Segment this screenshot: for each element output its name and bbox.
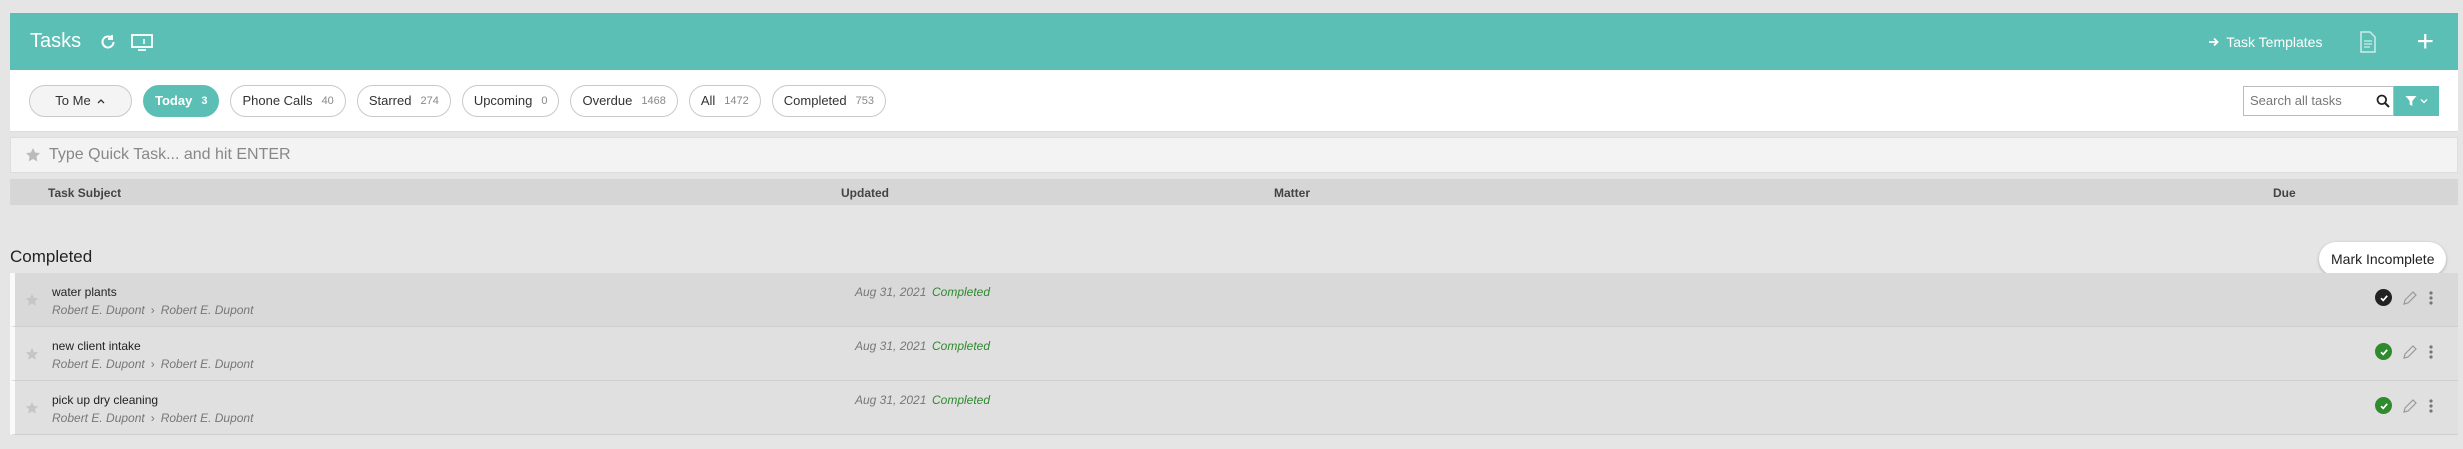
search-group: Search all tasks [2243, 85, 2439, 116]
pill-label: Phone Calls [242, 93, 313, 108]
filter-pill-overdue[interactable]: Overdue 1468 [570, 84, 678, 117]
column-header-updated[interactable]: Updated [841, 186, 889, 200]
chevron-down-icon [2420, 98, 2428, 103]
page-title: Tasks [30, 30, 82, 52]
task-row[interactable]: new client intake Robert E. Dupont › Rober… [10, 327, 2458, 381]
filter-pill-starred[interactable]: Starred 274 [356, 84, 451, 117]
completed-task-list: water plants Robert E. Dupont › Robert E. … [10, 273, 2458, 435]
pill-label: Today [155, 93, 193, 108]
star-icon[interactable] [25, 147, 41, 163]
plus-icon[interactable]: + [2416, 26, 2434, 57]
task-assignment: Robert E. Dupont › Robert E. Dupont [52, 303, 253, 317]
pill-count: 274 [420, 94, 439, 107]
task-updated-date: Aug 31, 2021 [855, 393, 927, 407]
pill-label: Upcoming [473, 93, 533, 108]
search-placeholder: Search all tasks [2250, 93, 2342, 108]
quick-task-input[interactable]: Type Quick Task... and hit ENTER [10, 137, 2458, 173]
template-arrow-icon [2209, 37, 2220, 46]
pill-count: 1468 [641, 94, 666, 107]
to-me-dropdown[interactable]: To Me [29, 84, 132, 117]
task-row[interactable]: pick up dry cleaning Robert E. Dupont › Ro… [10, 381, 2458, 435]
completed-check-icon[interactable] [2375, 397, 2392, 414]
more-vertical-icon[interactable] [2428, 344, 2434, 360]
filter-bar: To Me Today 3 Phone Calls 40 Starred 274 Up… [10, 70, 2458, 132]
filter-pill-today[interactable]: Today 3 [143, 84, 220, 117]
table-header: Task Subject Updated Matter Due [10, 179, 2458, 205]
pill-label: Completed [783, 93, 847, 108]
star-icon[interactable] [25, 401, 39, 415]
task-updated-date: Aug 31, 2021 [855, 339, 927, 353]
pill-count: 40 [321, 94, 334, 107]
assigned-to: Robert E. Dupont [160, 411, 254, 425]
pencil-icon[interactable] [2402, 290, 2418, 306]
filter-button[interactable] [2394, 85, 2439, 116]
task-updated-date: Aug 31, 2021 [855, 285, 927, 299]
screen-icon[interactable] [131, 33, 154, 51]
pencil-icon[interactable] [2402, 398, 2418, 414]
task-status: Completed [932, 393, 991, 407]
column-header-subject[interactable]: Task Subject [48, 186, 121, 200]
more-vertical-icon[interactable] [2428, 398, 2434, 414]
pill-label: All [700, 93, 716, 108]
assigned-to: Robert E. Dupont [160, 303, 254, 317]
completed-check-icon[interactable] [2375, 343, 2392, 360]
pill-count: 0 [541, 94, 548, 107]
task-status: Completed [932, 339, 991, 353]
chevron-right-icon: › [150, 411, 155, 425]
task-templates-link[interactable]: Task Templates [2208, 34, 2322, 50]
search-button[interactable] [2372, 85, 2394, 116]
filter-pill-phone-calls[interactable]: Phone Calls 40 [230, 84, 346, 117]
row-actions [2375, 397, 2434, 414]
pencil-icon[interactable] [2402, 344, 2418, 360]
task-assignment: Robert E. Dupont › Robert E. Dupont [52, 411, 253, 425]
task-status: Completed [932, 285, 991, 299]
refresh-icon[interactable] [99, 33, 117, 51]
chevron-right-icon: › [150, 303, 155, 317]
star-icon[interactable] [25, 347, 39, 361]
task-row[interactable]: water plants Robert E. Dupont › Robert E. … [10, 273, 2458, 327]
assigned-to: Robert E. Dupont [160, 357, 254, 371]
task-subject[interactable]: water plants [52, 285, 117, 299]
column-header-due[interactable]: Due [2273, 186, 2296, 200]
header-bar: Tasks Task Templates + [10, 13, 2458, 70]
column-header-matter[interactable]: Matter [1274, 186, 1310, 200]
row-actions [2375, 289, 2434, 306]
pill-count: 3 [201, 94, 208, 107]
assigned-by: Robert E. Dupont [52, 303, 145, 317]
document-icon[interactable] [2358, 30, 2378, 53]
assigned-by: Robert E. Dupont [52, 411, 145, 425]
tasks-app: Tasks Task Templates + To Me Today 3 Phon… [10, 13, 2458, 435]
star-icon[interactable] [25, 293, 39, 307]
filter-icon [2405, 95, 2417, 106]
task-assignment: Robert E. Dupont › Robert E. Dupont [52, 357, 253, 371]
search-input[interactable]: Search all tasks [2243, 85, 2372, 116]
quick-task-placeholder: Type Quick Task... and hit ENTER [49, 146, 291, 163]
chevron-up-icon [97, 98, 105, 103]
task-subject[interactable]: pick up dry cleaning [52, 393, 158, 407]
more-vertical-icon[interactable] [2428, 290, 2434, 306]
filter-pill-all[interactable]: All 1472 [688, 84, 761, 117]
to-me-label: To Me [55, 93, 91, 108]
assigned-by: Robert E. Dupont [52, 357, 145, 371]
pill-label: Overdue [582, 93, 633, 108]
pill-count: 1472 [724, 94, 749, 107]
pill-count: 753 [855, 94, 874, 107]
search-icon [2376, 94, 2390, 108]
filter-pill-completed[interactable]: Completed 753 [771, 84, 886, 117]
completed-section-title: Completed [10, 247, 93, 266]
mark-incomplete-tooltip: Mark Incomplete [2319, 242, 2447, 276]
chevron-right-icon: › [150, 357, 155, 371]
mark-incomplete-check-icon[interactable] [2375, 289, 2392, 306]
task-templates-label: Task Templates [2226, 33, 2323, 50]
task-subject[interactable]: new client intake [52, 339, 141, 353]
pill-label: Starred [368, 93, 412, 108]
filter-pill-upcoming[interactable]: Upcoming 0 [461, 84, 560, 117]
row-actions [2375, 343, 2434, 360]
